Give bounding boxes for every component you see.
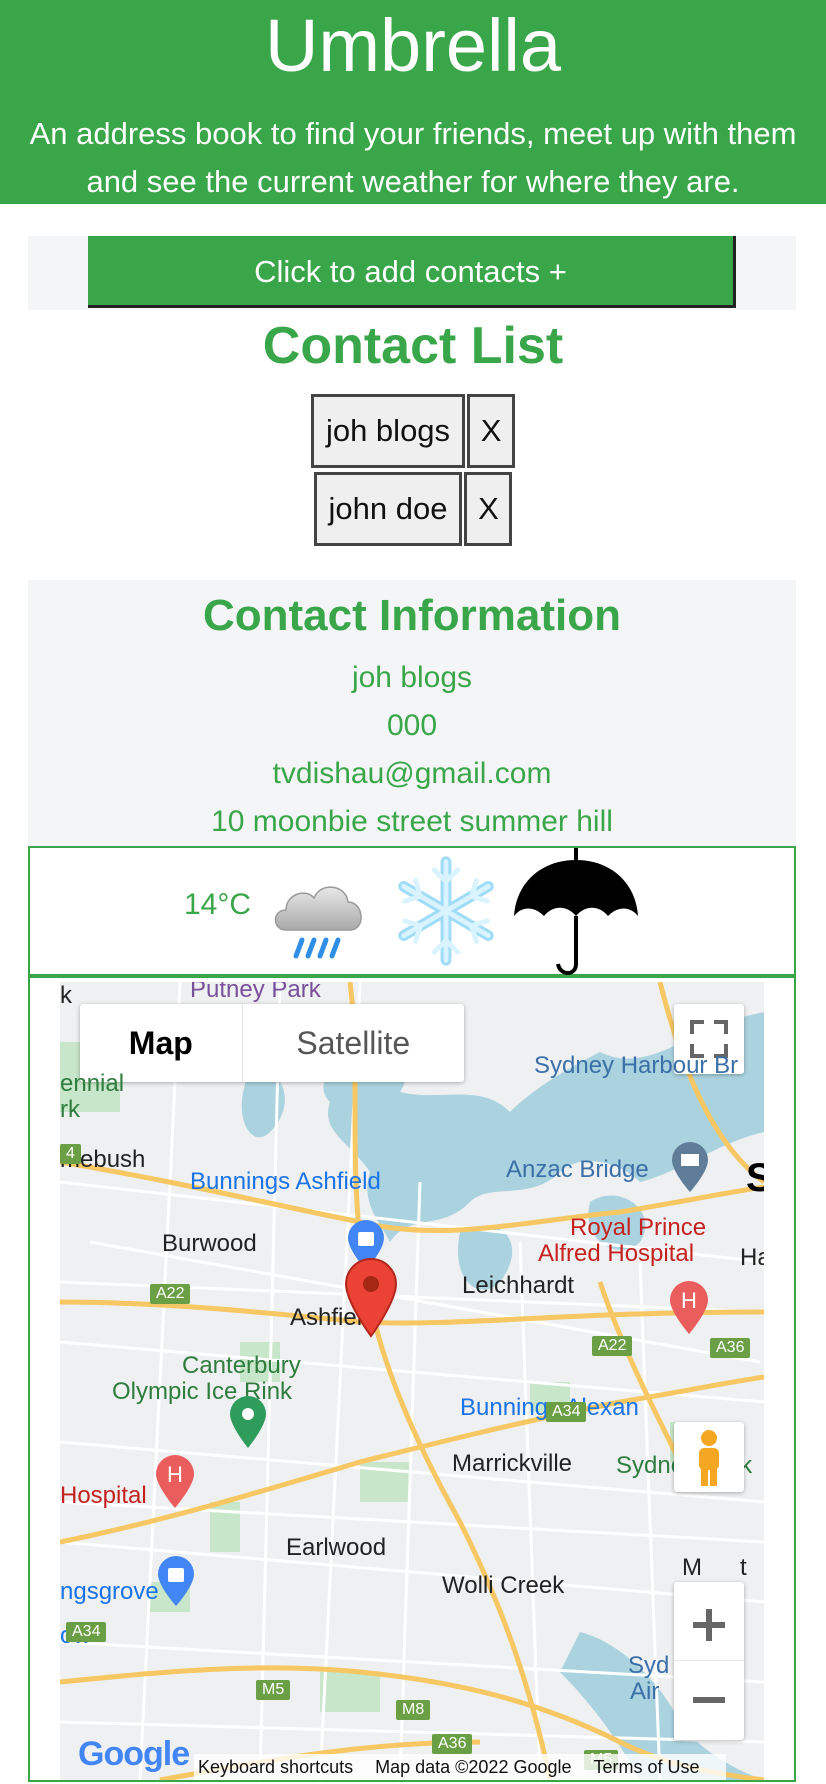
contact-email: tvdishau@gmail.com (272, 757, 552, 790)
place-label: Putney Park (190, 982, 321, 1003)
street-view-pegman-button[interactable] (674, 1422, 744, 1492)
rain-cloud-icon (274, 886, 362, 959)
snowflake-icon (398, 856, 494, 966)
map-panel: Map Satellite Putney Park Sydney Harbour… (28, 976, 796, 1782)
place-label: k (60, 982, 72, 1009)
map-data-credit: Map data ©2022 Google (375, 1756, 572, 1777)
place-label: Ha (740, 1244, 764, 1271)
app-title: Umbrella (264, 4, 562, 87)
contact-button-joh-blogs[interactable]: joh blogs (310, 394, 466, 468)
contact-information-panel: Contact Information joh blogs 000 tvdish… (28, 580, 796, 846)
landmark-bridge-icon (672, 1142, 708, 1192)
park-pin-icon (230, 1396, 266, 1448)
add-contacts-panel: Click to add contacts + (28, 236, 796, 310)
place-label: Marrickville (452, 1450, 572, 1477)
place-label: Air (630, 1678, 660, 1705)
place-label: t (740, 1554, 747, 1581)
place-label: Syd (628, 1652, 670, 1679)
road-shield: 4 (60, 1144, 81, 1164)
contact-name: joh blogs (351, 661, 473, 694)
minus-icon (693, 1696, 725, 1703)
subtitle-line-1: An address book to find your friends, me… (29, 116, 797, 151)
place-label: Sydney Harbour Br (534, 1052, 739, 1079)
zoom-control (674, 1582, 744, 1740)
road-shield: M8 (396, 1700, 431, 1720)
terms-of-use-link[interactable]: Terms of Use (594, 1757, 700, 1778)
road-shield: A22 (150, 1284, 191, 1304)
zoom-out-button[interactable] (674, 1661, 744, 1739)
keyboard-shortcuts-link[interactable]: Keyboard shortcuts (198, 1757, 353, 1778)
contact-address: 10 moonbie street summer hill (211, 805, 613, 838)
place-label: ngsgrove (60, 1578, 159, 1605)
place-label: Wolli Creek (442, 1572, 565, 1599)
place-label: Earlwood (286, 1534, 387, 1561)
google-logo[interactable]: Google (78, 1735, 190, 1774)
place-label: Royal Prince (570, 1214, 707, 1241)
place-label: Bunnings Ashfield (190, 1168, 381, 1195)
remove-contact-button[interactable]: X (467, 394, 516, 468)
remove-contact-button[interactable]: X (464, 472, 513, 546)
contact-phone: 000 (386, 709, 438, 742)
app-subtitle: An address book to find your friends, me… (0, 110, 826, 206)
contact-item: john doe X (0, 472, 826, 546)
location-marker-icon[interactable] (344, 1258, 398, 1338)
pegman-icon (699, 1430, 719, 1486)
app-header: Umbrella An address book to find your fr… (0, 0, 826, 204)
road-shield: A36 (432, 1734, 473, 1754)
place-label: M (682, 1554, 702, 1581)
road-shield: A34 (66, 1622, 107, 1642)
place-label: Leichhardt (462, 1272, 575, 1299)
road-shield: M5 (256, 1680, 291, 1700)
map-type-control: Map Satellite (80, 1004, 464, 1082)
google-map[interactable]: Map Satellite Putney Park Sydney Harbour… (60, 982, 764, 1780)
contact-item: joh blogs X (0, 394, 826, 468)
place-label: Anzac Bridge (506, 1156, 649, 1183)
svg-text:H: H (167, 1462, 183, 1487)
temperature: 14°C (184, 888, 252, 921)
contact-information-title: Contact Information (203, 591, 621, 640)
place-label: Hospital (60, 1482, 147, 1509)
place-label: rk (60, 1096, 80, 1123)
hospital-icon: H (156, 1455, 194, 1508)
shopping-bag-icon (158, 1556, 194, 1606)
contact-list-title: Contact List (262, 317, 564, 375)
zoom-in-button[interactable] (674, 1582, 744, 1661)
hospital-icon: H (670, 1281, 708, 1334)
contact-button-john-doe[interactable]: john doe (313, 472, 463, 546)
subtitle-line-2: and see the current weather for where th… (86, 164, 740, 199)
place-label: Burwood (162, 1230, 257, 1257)
map-attribution-bar: Keyboard shortcuts Map data ©2022 Google… (194, 1754, 726, 1780)
weather-panel: 14°C (28, 846, 796, 976)
place-label: ennial (60, 1070, 125, 1097)
umbrella-icon (514, 848, 638, 975)
road-shield: A34 (546, 1402, 587, 1422)
add-contacts-button[interactable]: Click to add contacts + (88, 236, 736, 308)
road-shield: A36 (710, 1338, 751, 1358)
road-shield: A22 (592, 1336, 633, 1356)
plus-icon (693, 1608, 725, 1641)
place-label: Alfred Hospital (538, 1240, 695, 1267)
place-label: S (746, 1156, 764, 1200)
place-label: Canterbury (182, 1352, 301, 1379)
svg-text:H: H (681, 1288, 697, 1313)
map-type-satellite-button[interactable]: Satellite (243, 1004, 464, 1082)
